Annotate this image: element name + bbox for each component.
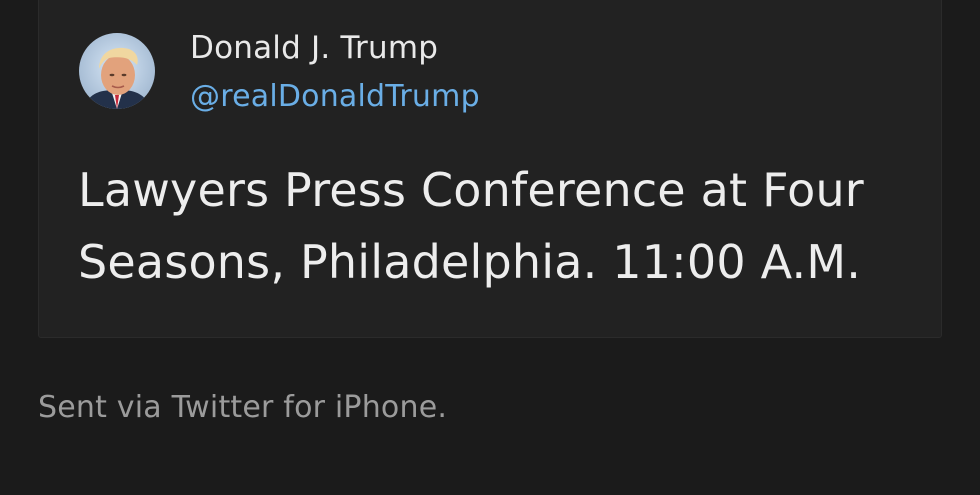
author-display-name[interactable]: Donald J. Trump	[190, 30, 438, 66]
profile-photo-icon	[79, 33, 155, 109]
sent-via-note: Sent via Twitter for iPhone.	[38, 390, 448, 425]
avatar[interactable]	[79, 33, 155, 109]
tweet-text: Lawyers Press Conference at Four Seasons…	[78, 163, 864, 289]
tweet-card: Donald J. Trump @realDonaldTrump Lawyers…	[38, 0, 942, 338]
author-handle-link[interactable]: @realDonaldTrump	[190, 79, 480, 115]
